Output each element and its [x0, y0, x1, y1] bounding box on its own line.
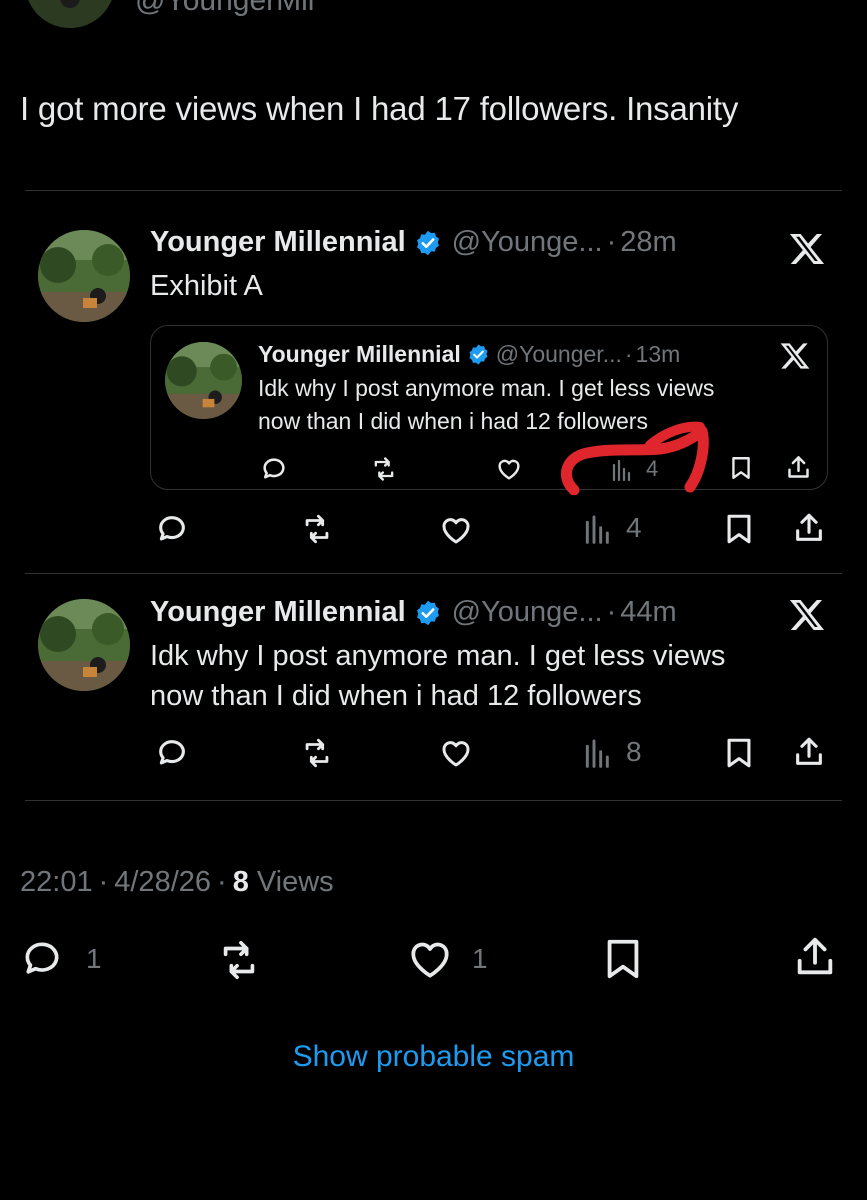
- bookmark-icon[interactable]: [722, 736, 756, 770]
- divider: [25, 800, 842, 801]
- share-icon[interactable]: [785, 454, 812, 481]
- reply-icon[interactable]: [260, 455, 288, 483]
- bookmark-icon[interactable]: [600, 936, 646, 982]
- quote-text-line1: Idk why I post anymore man. I get less v…: [258, 375, 715, 401]
- separator-dot: ·: [624, 341, 633, 367]
- separator-dot: ·: [606, 226, 617, 258]
- x-logo-icon[interactable]: [788, 596, 826, 634]
- x-logo-icon[interactable]: [779, 340, 811, 372]
- views-icon[interactable]: [582, 513, 614, 545]
- verified-badge-icon: [467, 343, 490, 366]
- like-count: 1: [472, 943, 488, 974]
- tweet-meta: 22:01 · 4/28/26 · 8 Views: [20, 866, 334, 899]
- tweet2-name[interactable]: Younger Millennial: [150, 596, 406, 629]
- like-icon[interactable]: [438, 735, 474, 771]
- divider: [25, 573, 842, 574]
- quote-header: Younger Millennial @Younger... · 13m: [258, 341, 680, 368]
- reply-icon[interactable]: [155, 512, 189, 546]
- quote-time[interactable]: 13m: [636, 341, 681, 368]
- repost-icon[interactable]: [370, 455, 398, 483]
- tweet1-avatar[interactable]: [38, 230, 130, 322]
- quote-name[interactable]: Younger Millennial: [258, 341, 461, 368]
- quote-handle[interactable]: @Younger...: [496, 341, 622, 368]
- repost-icon[interactable]: [216, 937, 262, 983]
- share-icon[interactable]: [792, 934, 838, 980]
- reply-icon[interactable]: [155, 736, 189, 770]
- tweet2-header: Younger Millennial @Younge... · 44m: [150, 596, 677, 629]
- tweet1-time[interactable]: 28m: [620, 226, 676, 259]
- tweet2-handle[interactable]: @Younge...: [452, 596, 603, 629]
- top-handle: @YoungerMil: [135, 0, 315, 17]
- verified-badge-icon: [414, 229, 442, 257]
- tweet2-views-count: 8: [626, 736, 642, 767]
- divider: [25, 190, 842, 191]
- like-icon[interactable]: [438, 512, 474, 548]
- repost-icon[interactable]: [300, 736, 334, 770]
- quote-avatar[interactable]: [165, 342, 242, 419]
- bookmark-icon[interactable]: [722, 512, 756, 546]
- views-icon[interactable]: [582, 737, 614, 769]
- tweet1-text: Exhibit A: [150, 270, 263, 302]
- tweet2-avatar[interactable]: [38, 599, 130, 691]
- like-icon[interactable]: [405, 934, 455, 984]
- tweet1-header: Younger Millennial @Younge... · 28m: [150, 226, 677, 259]
- separator-dot: ·: [98, 866, 109, 898]
- tweet1-name[interactable]: Younger Millennial: [150, 226, 406, 259]
- share-icon[interactable]: [792, 511, 826, 545]
- tweet1-handle[interactable]: @Younge...: [452, 226, 603, 259]
- reply-icon[interactable]: [20, 937, 64, 981]
- tweet1-views-count: 4: [626, 512, 642, 543]
- bookmark-icon[interactable]: [728, 455, 754, 481]
- x-logo-icon[interactable]: [788, 230, 826, 268]
- main-tweet-text: I got more views when I had 17 followers…: [20, 90, 739, 127]
- show-probable-spam-link[interactable]: Show probable spam: [0, 1040, 867, 1074]
- separator-dot: ·: [217, 866, 227, 898]
- meta-views-count: 8: [232, 866, 249, 898]
- meta-date[interactable]: 4/28/26: [114, 866, 211, 899]
- tweet2-text-line2: now than I did when i had 12 followers: [150, 680, 642, 712]
- share-icon[interactable]: [792, 735, 826, 769]
- meta-time[interactable]: 22:01: [20, 866, 93, 899]
- top-avatar[interactable]: [25, 0, 115, 28]
- tweet2-time[interactable]: 44m: [620, 596, 676, 629]
- reply-count: 1: [86, 943, 102, 974]
- verified-badge-icon: [414, 599, 442, 627]
- tweet2-text-line1: Idk why I post anymore man. I get less v…: [150, 640, 726, 672]
- like-icon[interactable]: [495, 455, 523, 483]
- meta-views-label[interactable]: Views: [257, 866, 334, 899]
- repost-icon[interactable]: [300, 512, 334, 546]
- red-scribble-annotation: [552, 415, 712, 500]
- separator-dot: ·: [606, 596, 617, 628]
